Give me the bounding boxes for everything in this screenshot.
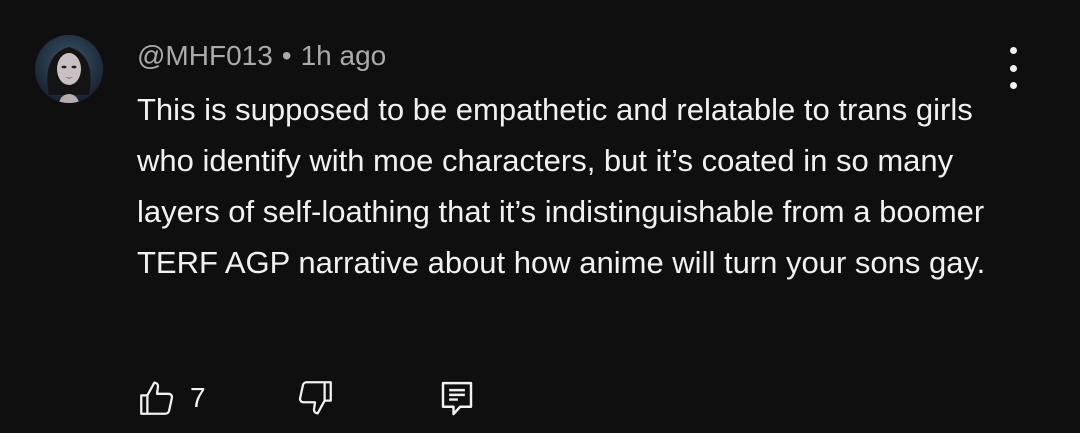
kebab-dot [1009,82,1017,89]
meta-separator: • [281,40,292,71]
like-button[interactable]: 7 [136,376,206,420]
kebab-dot [1009,64,1017,72]
like-count: 7 [190,382,206,413]
comment-text: This is supposed to be empathetic and re… [137,92,986,280]
reply-button[interactable] [436,376,478,420]
comment-timestamp[interactable]: 1h ago [301,40,387,71]
thumbs-up-icon [140,381,174,415]
avatar[interactable] [35,35,103,103]
comment-card: @MHF013 • 1h ago This is supposed to be em… [0,0,1080,433]
kebab-dot [1009,47,1017,54]
more-vert-icon[interactable] [996,47,1030,89]
comment-meta: @MHF013 • 1h ago [137,38,386,74]
dislike-button[interactable] [294,376,336,420]
reply-comment-icon [441,381,473,416]
avatar-image [35,35,103,103]
author-handle[interactable]: @MHF013 [137,40,273,71]
thumbs-down-icon [298,381,332,415]
